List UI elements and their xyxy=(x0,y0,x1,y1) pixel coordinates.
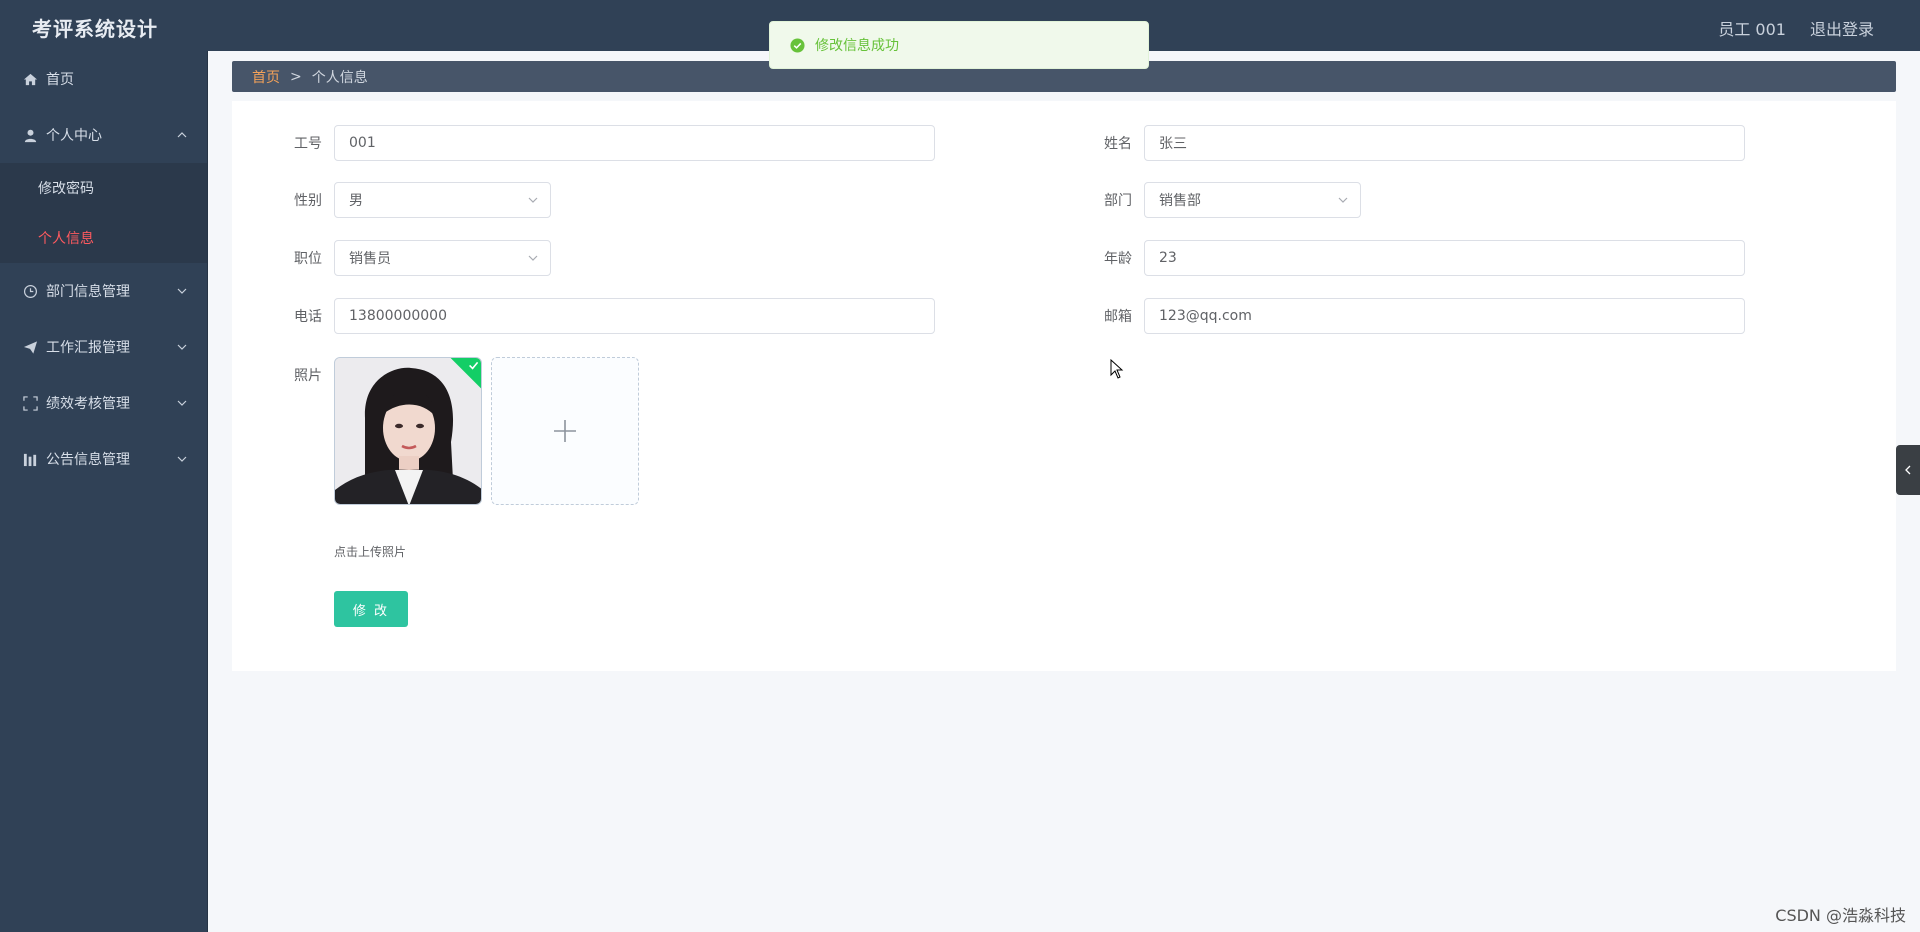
email-input[interactable]: 123@qq.com xyxy=(1144,298,1745,334)
chevron-left-icon xyxy=(1905,465,1911,475)
photo-upload-hint: 点击上传照片 xyxy=(334,545,407,559)
name-input[interactable]: 张三 xyxy=(1144,125,1745,161)
position-label: 职位 xyxy=(294,251,322,267)
submit-button[interactable]: 修 改 xyxy=(334,591,408,627)
logout-link[interactable]: 退出登录 xyxy=(1810,16,1874,40)
phone-input[interactable]: 13800000000 xyxy=(334,298,935,334)
gender-label: 性别 xyxy=(294,193,322,209)
clock-icon xyxy=(22,283,38,299)
phone-label: 电话 xyxy=(294,309,322,325)
form-row-phone: 电话 13800000000 xyxy=(282,298,935,334)
form-row-department: 部门 销售部 xyxy=(1092,182,1361,218)
breadcrumb-separator: > xyxy=(290,68,302,85)
portrait-image xyxy=(335,358,481,504)
department-value: 销售部 xyxy=(1159,193,1201,209)
scan-icon xyxy=(22,395,38,411)
toast-message: 修改信息成功 xyxy=(815,38,899,54)
chevron-down-icon xyxy=(528,195,538,205)
gender-value: 男 xyxy=(349,193,363,209)
age-input[interactable]: 23 xyxy=(1144,240,1745,276)
email-label: 邮箱 xyxy=(1104,309,1132,325)
chevron-down-icon xyxy=(1338,195,1348,205)
sidebar: 首页 个人中心 修改密码 个人信息 部门信息管理 工作汇报管理 绩效考核管理 公… xyxy=(0,51,208,932)
sidebar-item-label: 部门信息管理 xyxy=(46,284,130,300)
send-icon xyxy=(22,339,38,355)
chevron-down-icon xyxy=(177,342,187,352)
form-row-job-no: 工号 001 xyxy=(282,125,935,161)
department-select[interactable]: 销售部 xyxy=(1144,182,1361,218)
check-icon xyxy=(469,361,479,370)
form-row-gender: 性别 男 xyxy=(282,182,551,218)
sidebar-item-announcement[interactable]: 公告信息管理 xyxy=(0,431,207,487)
form-row-name: 姓名 张三 xyxy=(1092,125,1745,161)
check-circle-icon xyxy=(790,37,805,53)
home-icon xyxy=(22,71,38,87)
breadcrumb-current: 个人信息 xyxy=(311,69,368,86)
chevron-up-icon xyxy=(177,130,187,140)
sidebar-item-label: 首页 xyxy=(46,72,74,88)
sidebar-item-label: 工作汇报管理 xyxy=(46,340,130,356)
sidebar-item-personal-center[interactable]: 个人中心 xyxy=(0,107,207,163)
sidebar-item-label: 公告信息管理 xyxy=(46,452,130,468)
chart-icon xyxy=(22,451,38,467)
chevron-down-icon xyxy=(177,398,187,408)
job-no-input[interactable]: 001 xyxy=(334,125,935,161)
side-panel-toggle[interactable] xyxy=(1896,445,1920,495)
sidebar-item-department[interactable]: 部门信息管理 xyxy=(0,263,207,319)
department-label: 部门 xyxy=(1104,193,1132,209)
app-title: 考评系统设计 xyxy=(32,17,158,41)
chevron-down-icon xyxy=(177,454,187,464)
success-toast: 修改信息成功 xyxy=(769,21,1149,69)
mouse-cursor-icon xyxy=(1110,358,1124,383)
sidebar-item-work-report[interactable]: 工作汇报管理 xyxy=(0,319,207,375)
form-row-age: 年龄 23 xyxy=(1092,240,1745,276)
sidebar-item-home[interactable]: 首页 xyxy=(0,51,207,107)
breadcrumb-home[interactable]: 首页 xyxy=(252,67,280,87)
photo-label: 照片 xyxy=(294,368,322,384)
user-icon xyxy=(22,127,38,143)
form-row-email: 邮箱 123@qq.com xyxy=(1092,298,1745,334)
form-row-position: 职位 销售员 xyxy=(282,240,551,276)
gender-select[interactable]: 男 xyxy=(334,182,551,218)
form-row-photo: 照片 xyxy=(282,365,334,385)
sidebar-item-personal-info[interactable]: 个人信息 xyxy=(0,213,207,263)
sidebar-item-label: 绩效考核管理 xyxy=(46,396,130,412)
sidebar-item-change-password[interactable]: 修改密码 xyxy=(0,163,207,213)
age-label: 年龄 xyxy=(1104,251,1132,267)
photo-upload-button[interactable] xyxy=(491,357,639,505)
chevron-down-icon xyxy=(528,253,538,263)
chevron-down-icon xyxy=(177,286,187,296)
name-label: 姓名 xyxy=(1104,136,1132,152)
position-select[interactable]: 销售员 xyxy=(334,240,551,276)
job-no-label: 工号 xyxy=(294,136,322,152)
watermark: CSDN @浩淼科技 xyxy=(1775,906,1906,925)
sidebar-item-performance[interactable]: 绩效考核管理 xyxy=(0,375,207,431)
plus-icon xyxy=(554,420,576,442)
uploaded-photo[interactable] xyxy=(334,357,482,505)
user-area: 员工 001 退出登录 xyxy=(1718,16,1874,40)
current-user[interactable]: 员工 001 xyxy=(1718,16,1786,40)
position-value: 销售员 xyxy=(349,251,391,267)
sidebar-item-label: 个人中心 xyxy=(46,128,102,144)
